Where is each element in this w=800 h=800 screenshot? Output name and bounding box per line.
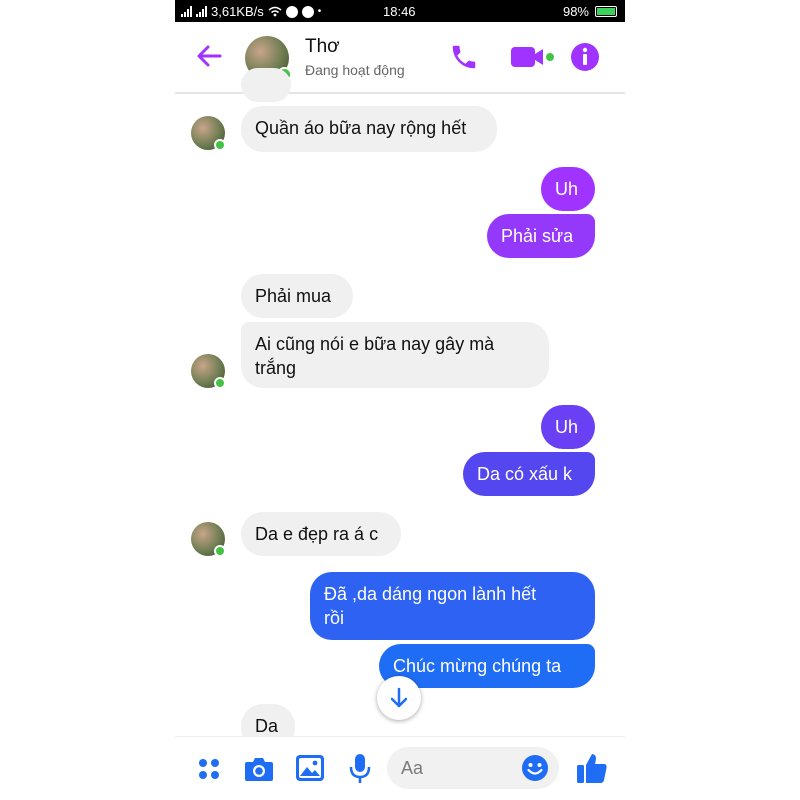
back-arrow-icon[interactable] <box>193 40 225 72</box>
message-line: rồi <box>324 608 345 628</box>
signal-icon <box>181 6 192 17</box>
info-icon[interactable] <box>570 42 600 72</box>
network-speed: 3,61KB/s <box>211 4 264 19</box>
message-incoming[interactable]: Da e đẹp ra á c <box>241 512 401 556</box>
thumbs-up-icon[interactable] <box>575 751 609 785</box>
video-camera-icon[interactable] <box>509 44 555 70</box>
message-line: Đã ,da dáng ngon lành hết <box>324 584 537 604</box>
message-outgoing[interactable]: Đã ,da dáng ngon lành hết rồi <box>310 572 595 640</box>
scroll-to-bottom-button[interactable] <box>377 676 421 720</box>
status-bar: 3,61KB/s • 18:46 98% <box>175 0 625 22</box>
composer-bar: Aa <box>175 736 625 800</box>
message-outgoing[interactable]: Da có xấu k <box>463 452 595 496</box>
messenger-notification-icon <box>285 5 298 18</box>
microphone-icon[interactable] <box>349 753 371 785</box>
message-incoming[interactable]: Quần áo bữa nay rộng hết <box>241 106 497 152</box>
arrow-down-icon <box>390 687 408 708</box>
clock: 18:46 <box>383 4 416 19</box>
chat-notification-icon <box>301 5 314 18</box>
gallery-icon[interactable] <box>295 754 325 782</box>
message-outgoing[interactable]: Uh <box>541 167 595 211</box>
battery-percent: 98% <box>562 4 589 19</box>
message-bubble-partial <box>241 68 291 102</box>
message-incoming[interactable]: Phải mua <box>241 274 353 318</box>
more-notifications-icon: • <box>317 6 322 17</box>
messenger-screen: 3,61KB/s • 18:46 98% Thơ Đang hoạt động <box>175 0 625 800</box>
message-outgoing[interactable]: Phải sửa <box>487 214 595 258</box>
battery-icon <box>595 6 617 17</box>
online-indicator <box>214 139 226 151</box>
emoji-icon[interactable] <box>521 754 549 782</box>
phone-icon[interactable] <box>449 42 479 72</box>
presence-status: Đang hoạt động <box>305 62 405 78</box>
message-outgoing[interactable]: Uh <box>541 405 595 449</box>
signal-icon-2 <box>196 6 207 17</box>
wifi-icon <box>268 6 282 17</box>
message-incoming[interactable]: Ai cũng nói e bữa nay gây mà trắng <box>241 322 549 388</box>
online-indicator <box>214 377 226 389</box>
message-line: Ai cũng nói e bữa nay gây mà <box>255 334 495 354</box>
apps-grid-icon[interactable] <box>197 757 221 781</box>
message-line: trắng <box>255 358 297 378</box>
message-input-placeholder: Aa <box>401 758 424 778</box>
message-input[interactable]: Aa <box>387 747 559 789</box>
contact-name[interactable]: Thơ <box>305 36 340 58</box>
message-list[interactable]: Quần áo bữa nay rộng hết Uh Phải sửa Phả… <box>175 68 625 750</box>
online-indicator <box>214 545 226 557</box>
camera-icon[interactable] <box>244 755 274 783</box>
